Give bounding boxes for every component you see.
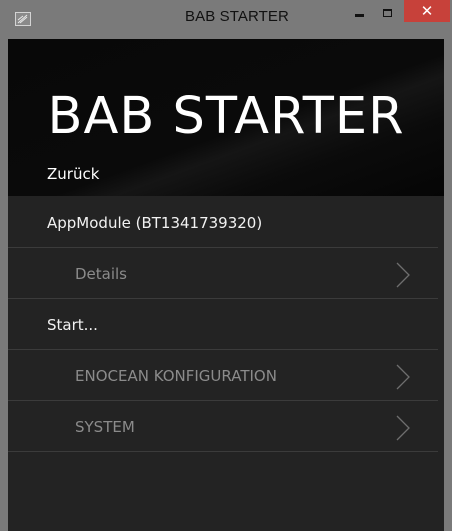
menu-item[interactable]: Start... — [8, 299, 438, 350]
window-title-text: BAB STARTER — [185, 8, 289, 25]
close-button[interactable]: ✕ — [404, 0, 450, 22]
chevron-right-icon — [396, 415, 410, 441]
chevron-right-icon — [396, 364, 410, 390]
menu-item[interactable]: AppModule (BT1341739320) — [8, 197, 438, 248]
menu-item-label: Details — [75, 265, 128, 283]
menu-item-label: ENOCEAN KONFIGURATION — [75, 367, 277, 385]
menu-item[interactable]: SYSTEM — [8, 401, 438, 452]
app-title: BAB STARTER — [47, 87, 405, 146]
menu-item-label: SYSTEM — [75, 418, 135, 436]
chevron-right-icon — [396, 262, 410, 288]
maximize-icon — [382, 9, 392, 17]
back-link[interactable]: Zurück — [47, 165, 99, 183]
header-banner: BAB STARTER Zurück — [8, 39, 444, 196]
app-window: BAB STARTER ✕ BAB STARTER Zurück AppModu… — [0, 0, 452, 531]
minimize-icon — [354, 13, 364, 17]
app-content: BAB STARTER Zurück AppModule (BT13417393… — [8, 39, 444, 531]
close-icon: ✕ — [420, 1, 434, 20]
menu-item[interactable]: Details — [8, 248, 438, 299]
menu-item-label: AppModule (BT1341739320) — [47, 214, 263, 232]
minimize-button[interactable] — [346, 0, 372, 26]
menu-item[interactable]: ENOCEAN KONFIGURATION — [8, 350, 438, 401]
title-bar[interactable]: BAB STARTER ✕ — [0, 0, 452, 38]
menu-item-label: Start... — [47, 316, 98, 334]
maximize-button[interactable] — [374, 0, 400, 26]
